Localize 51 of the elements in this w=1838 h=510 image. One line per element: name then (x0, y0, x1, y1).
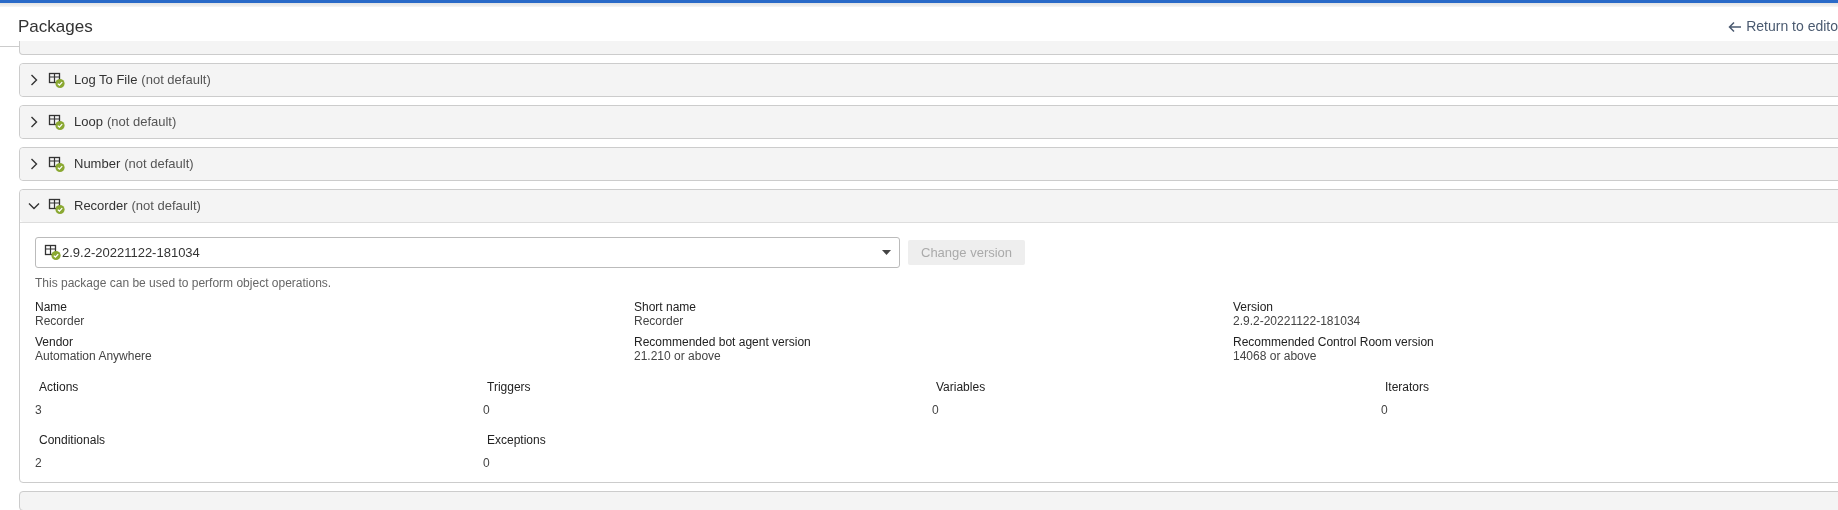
count-value: 0 (483, 454, 490, 472)
count-label: Exceptions (486, 431, 546, 449)
field-value: 2.9.2-20221122-181034 (1233, 314, 1362, 329)
return-to-editor-link[interactable]: Return to edito (1728, 16, 1838, 37)
count-value: 0 (932, 401, 939, 419)
field-value: Automation Anywhere (35, 349, 153, 364)
package-header[interactable]: Loop (not default) (20, 106, 1838, 138)
field-label: Vendor (35, 334, 75, 350)
field-value: 14068 or above (1233, 349, 1318, 364)
package-check-icon (48, 71, 66, 89)
package-name: Loop (74, 113, 103, 132)
page-title: Packages (18, 15, 93, 38)
count-value: 3 (35, 401, 42, 419)
count-value: 0 (1381, 401, 1388, 419)
package-note: (not default) (106, 113, 177, 132)
count-label: Triggers (486, 378, 531, 396)
field-value: Recorder (634, 314, 685, 329)
chevron-right-icon (30, 74, 38, 86)
field-label: Name (35, 300, 68, 315)
field-value: Recorder (35, 314, 86, 329)
package-header[interactable]: Log To File (not default) (20, 64, 1838, 96)
chevron-right-icon (30, 158, 38, 170)
package-name: Recorder (74, 197, 128, 216)
chevron-right-icon (30, 116, 38, 128)
package-note: (not default) (131, 197, 201, 216)
package-note: (not default) (124, 155, 194, 174)
field-label: Short name (634, 300, 698, 315)
package-check-icon (44, 244, 62, 261)
arrow-left-icon (1728, 20, 1743, 33)
field-value: 21.210 or above (634, 349, 722, 364)
caret-down-icon (882, 250, 891, 255)
package-header[interactable]: Recorder (not default) (20, 190, 1838, 222)
field-label: Recommended Control Room version (1233, 334, 1435, 350)
count-label: Variables (935, 378, 986, 396)
count-value: 0 (483, 401, 490, 419)
package-name: Number (74, 155, 121, 174)
package-check-icon (48, 113, 66, 131)
count-label: Iterators (1384, 378, 1429, 396)
field-label: Recommended bot agent version (634, 334, 812, 350)
package-check-icon (48, 197, 66, 215)
count-label: Actions (38, 378, 79, 396)
package-note: (not default) (141, 71, 211, 90)
package-description: This package can be used to perform object operations. (35, 275, 333, 292)
version-select[interactable]: 2.9.2-20221122-181034 (35, 237, 900, 268)
count-label: Conditionals (38, 431, 106, 449)
chevron-down-icon (28, 202, 40, 210)
field-label: Version (1233, 300, 1275, 315)
package-name: Log To File (74, 71, 138, 90)
count-value: 2 (35, 454, 42, 472)
package-check-icon (48, 155, 66, 173)
package-header[interactable]: Number (not default) (20, 148, 1838, 180)
